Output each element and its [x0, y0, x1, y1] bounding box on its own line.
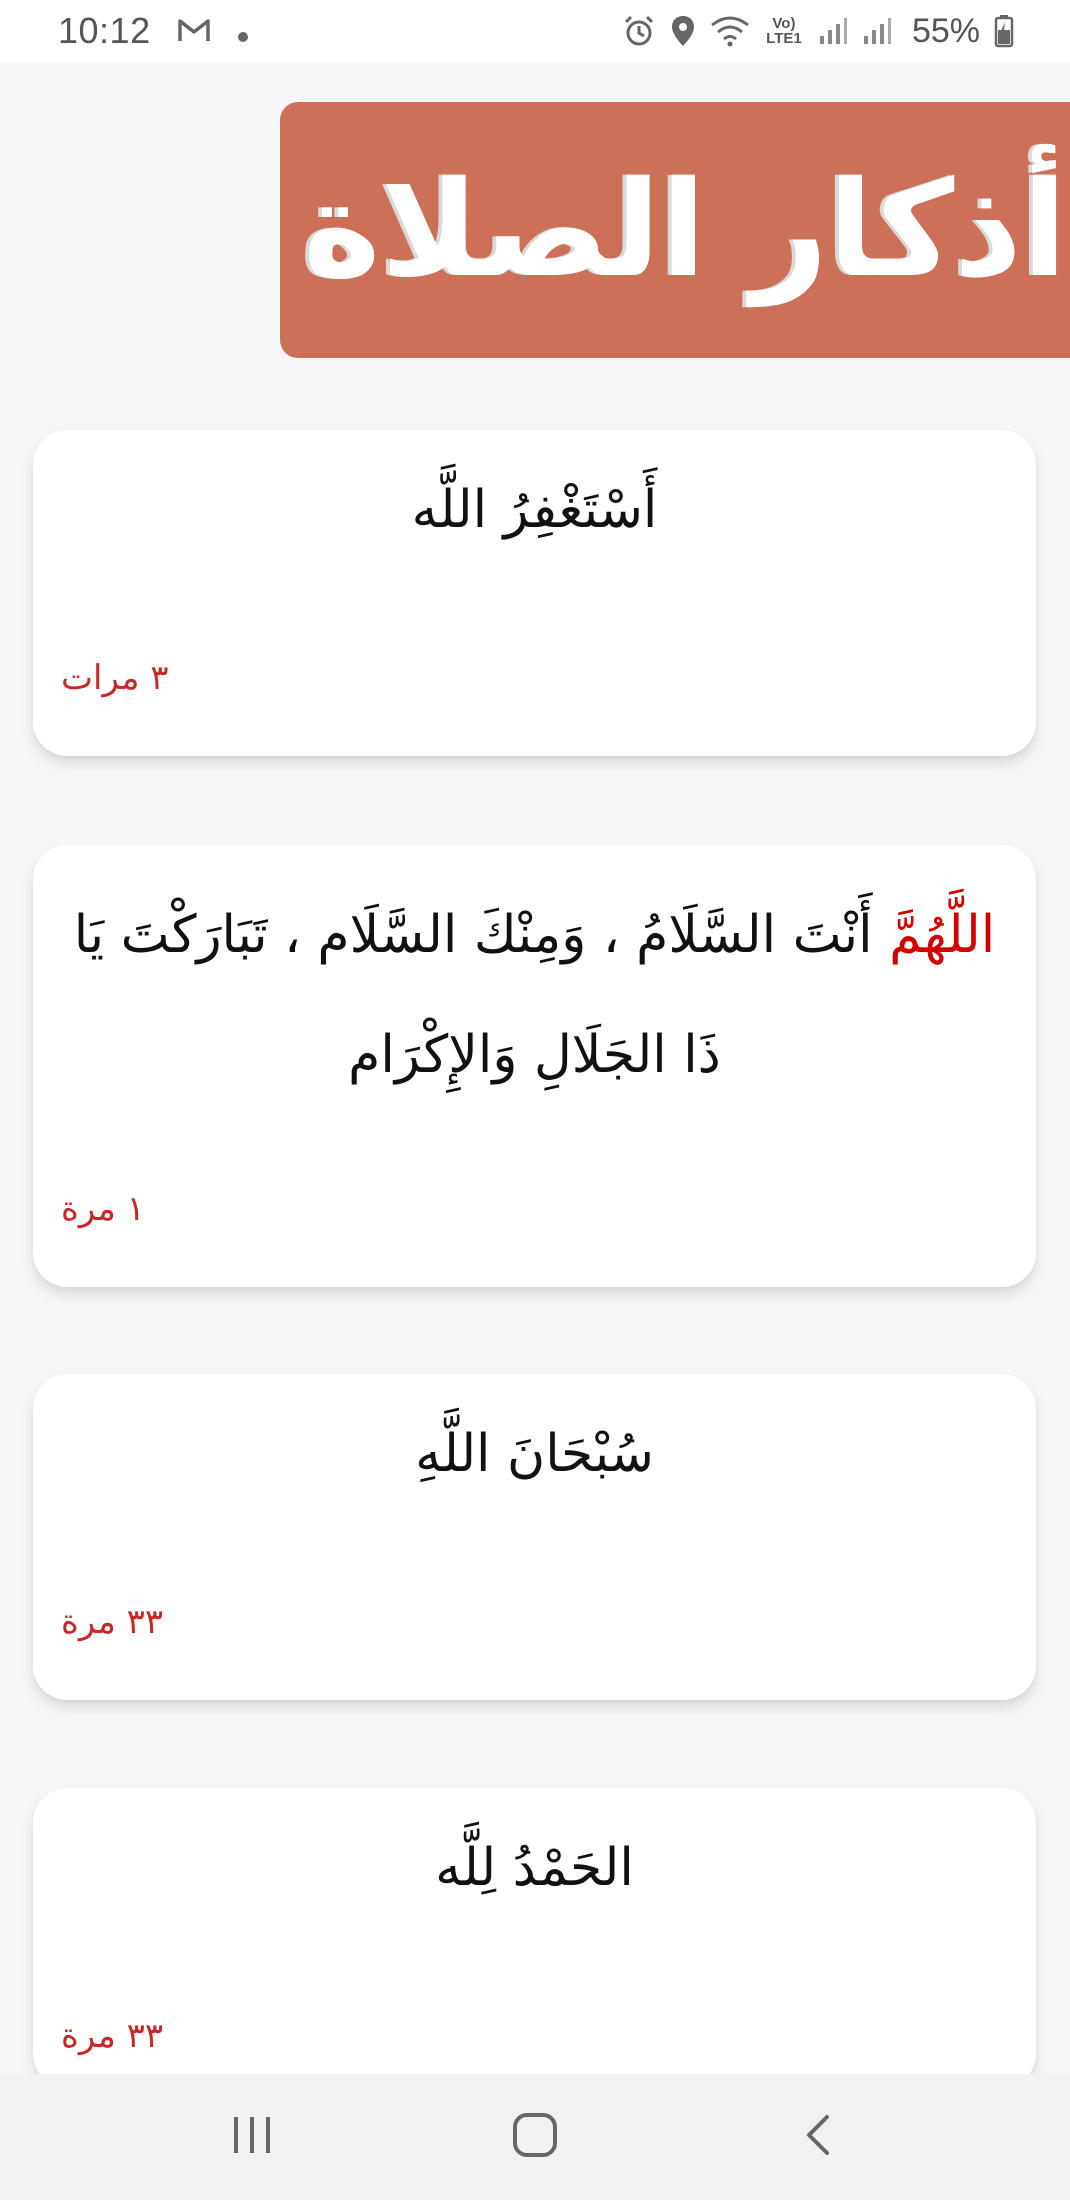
header-banner: أذكار الصلاة — [280, 102, 1070, 358]
dhikr-text: الحَمْدُ لِلَّه — [435, 1838, 634, 1898]
status-time: 10:12 — [58, 10, 151, 51]
recent-apps-icon — [230, 2115, 274, 2159]
gmail-icon — [177, 10, 211, 52]
dhikr-card[interactable]: سُبْحَانَ اللَّهِ ٣٣ مرة — [33, 1374, 1036, 1700]
signal-icon — [862, 16, 892, 46]
volte-icon: Vo) LTE1 — [764, 16, 804, 46]
alarm-icon — [622, 14, 656, 48]
page-title: أذكار الصلاة — [302, 153, 1068, 307]
dhikr-text: أَسْتَغْفِرُ اللَّه — [411, 480, 658, 540]
dhikr-count: ٣٣ مرة — [61, 2016, 164, 2056]
volte-label: Vo) LTE1 — [766, 15, 802, 47]
dhikr-text: اللَّهُمَّ أَنْتَ السَّلَامُ ، وَمِنْكَ … — [33, 845, 1036, 1115]
dhikr-card[interactable]: اللَّهُمَّ أَنْتَ السَّلَامُ ، وَمِنْكَ … — [33, 845, 1036, 1287]
dhikr-text: سُبْحَانَ اللَّهِ — [415, 1424, 654, 1484]
back-button[interactable] — [758, 2092, 878, 2182]
back-icon — [803, 2113, 833, 2161]
dhikr-highlight: اللَّهُمَّ — [889, 905, 996, 965]
dot-icon — [237, 10, 249, 52]
status-bar: 10:12 Vo) LTE1 55% — [0, 0, 1070, 62]
home-button[interactable] — [475, 2092, 595, 2182]
dhikr-text-rest: أَنْتَ السَّلَامُ ، وَمِنْكَ السَّلَام ،… — [73, 905, 890, 1085]
battery-icon — [994, 14, 1014, 48]
battery-percent: 55% — [911, 11, 980, 50]
home-icon — [512, 2112, 558, 2162]
location-icon — [670, 14, 696, 48]
signal-icon — [818, 16, 848, 46]
navigation-bar — [0, 2074, 1070, 2200]
dhikr-count: ٣٣ مرة — [61, 1602, 164, 1642]
dhikr-card[interactable]: أَسْتَغْفِرُ اللَّه ٣ مرات — [33, 430, 1036, 756]
dhikr-count: ٣ مرات — [61, 658, 169, 698]
recent-apps-button[interactable] — [192, 2092, 312, 2182]
dhikr-card[interactable]: الحَمْدُ لِلَّه ٣٣ مرة — [33, 1788, 1036, 2088]
dhikr-count: ١ مرة — [61, 1189, 145, 1229]
wifi-icon — [710, 15, 750, 47]
